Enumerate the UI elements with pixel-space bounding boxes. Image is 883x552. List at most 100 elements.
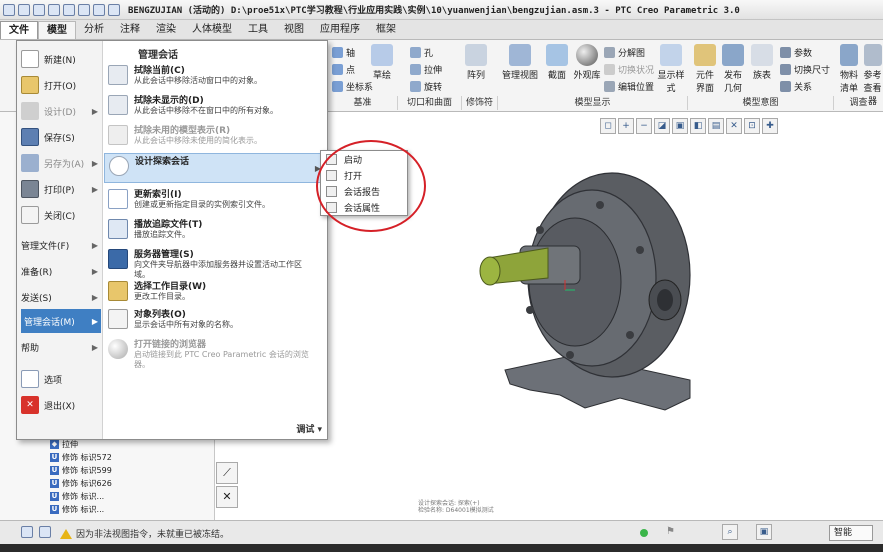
- file-exit-item[interactable]: ✕ 退出(X): [21, 393, 101, 417]
- flag-icon[interactable]: ⚑: [666, 526, 675, 537]
- saved-orientations-icon[interactable]: ◧: [690, 118, 706, 134]
- revolve-button[interactable]: 旋转: [410, 80, 442, 93]
- csys-button[interactable]: 坐标系: [332, 80, 373, 93]
- annotation-display-icon[interactable]: ⊡: [744, 118, 760, 134]
- tree-item[interactable]: U 修饰 标识626: [50, 477, 112, 490]
- tree-item[interactable]: U 修饰 标识572: [50, 451, 112, 464]
- relations-button[interactable]: 关系: [780, 80, 812, 93]
- server-management-item[interactable]: 服务器管理(S) 向文件夹导航器中添加服务器并设置活动工作区域。: [104, 247, 326, 280]
- extrude-icon: [410, 64, 421, 75]
- open-file-icon[interactable]: [33, 3, 45, 16]
- extrude-button[interactable]: 拉伸: [410, 63, 442, 76]
- file-print-item[interactable]: 打印(P) ▶: [21, 177, 101, 201]
- select-working-dir-item[interactable]: 选择工作目录(W) 更改工作目录。: [104, 279, 326, 302]
- app-window: BENGZUJIAN (活动的) D:\proe51x\PTC学习教程\行业应用…: [0, 0, 883, 552]
- datum-display-icon[interactable]: ✕: [726, 118, 742, 134]
- find-icon[interactable]: ⌕: [722, 524, 738, 540]
- debug-menu[interactable]: 调试 ▾: [296, 422, 322, 435]
- file-open-item[interactable]: 打开(O): [21, 73, 101, 97]
- component-interface-button[interactable]: 元件界面: [692, 44, 718, 94]
- edit-position-button[interactable]: 编辑位置: [604, 80, 654, 93]
- axis-icon: [332, 47, 343, 58]
- tab-analysis[interactable]: 分析: [76, 21, 112, 39]
- publish-geometry-button[interactable]: 发布几何: [720, 44, 746, 94]
- switch-dims-button[interactable]: 切换尺寸: [780, 63, 830, 76]
- chevron-right-icon: ▶: [91, 266, 98, 276]
- tab-annotate[interactable]: 注释: [112, 21, 148, 39]
- file-design-item[interactable]: 设计(D) ▶: [21, 99, 101, 123]
- sketch-button[interactable]: 草绘: [368, 44, 396, 81]
- erase-unused-reps-item[interactable]: 拭除未用的模型表示(R) 从此会话中移除未使用的简化表示。: [104, 123, 326, 146]
- display-style-icon[interactable]: ▣: [672, 118, 688, 134]
- appearance-button[interactable]: 外观库: [572, 44, 602, 81]
- spin-center-icon[interactable]: ✚: [762, 118, 778, 134]
- selection-filter-dropdown[interactable]: 智能: [829, 525, 873, 541]
- file-new-item[interactable]: 新建(N): [21, 47, 101, 71]
- tree-item[interactable]: U 修饰 标识599: [50, 464, 112, 477]
- browser-toggle-icon[interactable]: [39, 526, 51, 538]
- file-manage-session-item[interactable]: 管理会话(M) ▶: [21, 309, 101, 333]
- file-manage-file-item[interactable]: 管理文件(F) ▶: [21, 233, 101, 257]
- update-index-item[interactable]: 更新索引(I) 创建或更新指定目录的实例索引文件。: [104, 187, 326, 210]
- tree-item-label: 修饰 标识...: [62, 492, 105, 501]
- erase-not-displayed-item[interactable]: 拭除未显示的(D) 从此会话中移除不在窗口中的所有对象。: [104, 93, 326, 116]
- design-exploration-item[interactable]: 设计探索会话 ▶: [104, 153, 326, 183]
- group-datum[interactable]: 基准: [328, 96, 398, 110]
- save-icon[interactable]: [48, 3, 60, 16]
- file-close-item[interactable]: 关闭(C): [21, 203, 101, 227]
- family-table-button[interactable]: 族表: [750, 44, 774, 81]
- windows-icon[interactable]: [108, 3, 120, 16]
- tab-framework[interactable]: 框架: [368, 21, 404, 39]
- object-list-item[interactable]: 对象列表(O) 显示会话中所有对象的名称。: [104, 307, 326, 330]
- bom-button[interactable]: 物料清单: [838, 44, 860, 94]
- refit-icon[interactable]: ◻: [600, 118, 616, 134]
- file-prepare-item[interactable]: 准备(R) ▶: [21, 259, 101, 283]
- select-tool-icon[interactable]: ⟋: [216, 462, 238, 484]
- view-manager-icon[interactable]: ▤: [708, 118, 724, 134]
- tree-item[interactable]: U 修饰 标识...: [50, 503, 112, 516]
- erase-current-item[interactable]: 拭除当前(C) 从此会话中移除活动窗口中的对象。: [104, 63, 326, 86]
- tree-item[interactable]: U 修饰 标识...: [50, 490, 112, 503]
- display-style-button[interactable]: 显示样式: [656, 44, 686, 94]
- file-send-item[interactable]: 发送(S) ▶: [21, 285, 101, 309]
- redo-icon[interactable]: [78, 3, 90, 16]
- file-save-as-item[interactable]: 另存为(A) ▶: [21, 151, 101, 175]
- open-linked-browser-item[interactable]: 打开链接的浏览器 启动链接到此 PTC Creo Parametric 会话的浏览…: [104, 337, 326, 370]
- component-interface-icon: [694, 44, 716, 66]
- group-investigate[interactable]: 调查: [834, 96, 883, 110]
- file-save-item[interactable]: 保存(S): [21, 125, 101, 149]
- zoom-out-icon[interactable]: −: [636, 118, 652, 134]
- zoom-in-icon[interactable]: +: [618, 118, 634, 134]
- file-options-item[interactable]: 选项: [21, 367, 101, 391]
- play-trail-item[interactable]: 播放追踪文件(T) 播放追踪文件。: [104, 217, 326, 240]
- group-model-display[interactable]: 模型显示: [498, 96, 688, 110]
- repaint-icon[interactable]: ◪: [654, 118, 670, 134]
- hole-button[interactable]: 孔: [410, 46, 433, 59]
- pattern-button[interactable]: 阵列: [462, 44, 490, 81]
- parameters-button[interactable]: 参数: [780, 46, 812, 59]
- explode-button[interactable]: 分解图: [604, 46, 645, 59]
- tab-view[interactable]: 视图: [276, 21, 312, 39]
- group-model-intent[interactable]: 模型意图: [688, 96, 834, 110]
- manage-view-button[interactable]: 管理视图: [500, 44, 540, 81]
- regenerate-icon[interactable]: [93, 3, 105, 16]
- group-modifiers[interactable]: 修饰符: [462, 96, 498, 110]
- selection-filter-icon[interactable]: ▣: [756, 524, 772, 540]
- tab-render[interactable]: 渲染: [148, 21, 184, 39]
- navigator-toggle-icon[interactable]: [21, 526, 33, 538]
- close-tool-icon[interactable]: ✕: [216, 486, 238, 508]
- tab-model[interactable]: 模型: [38, 21, 76, 39]
- toggle-state-button[interactable]: 切换状况: [604, 63, 654, 76]
- cosmetic-feature-icon: U: [50, 492, 59, 501]
- tab-tools[interactable]: 工具: [240, 21, 276, 39]
- new-file-icon[interactable]: [18, 3, 30, 16]
- file-help-item[interactable]: 帮助 ▶: [21, 335, 101, 359]
- undo-icon[interactable]: [63, 3, 75, 16]
- axis-button[interactable]: 轴: [332, 46, 355, 59]
- group-cut-surface[interactable]: 切口和曲面: [398, 96, 462, 110]
- tab-file[interactable]: 文件: [0, 21, 38, 39]
- tab-applications[interactable]: 应用程序: [312, 21, 368, 39]
- tab-manikin[interactable]: 人体模型: [184, 21, 240, 39]
- point-button[interactable]: 点: [332, 63, 355, 76]
- section-button[interactable]: 截面: [544, 44, 570, 81]
